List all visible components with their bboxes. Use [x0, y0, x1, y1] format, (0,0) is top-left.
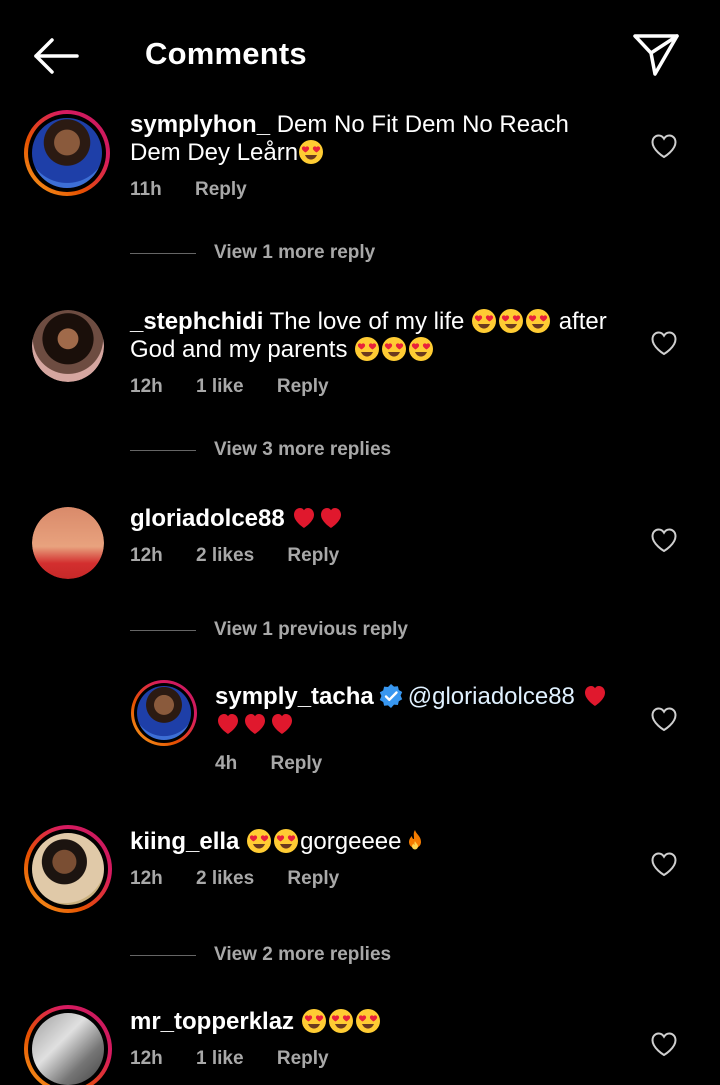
avatar[interactable]	[24, 1005, 112, 1085]
view-previous-reply-button[interactable]: View 1 previous reply	[130, 615, 408, 645]
comment-username[interactable]: kiing_ella	[130, 828, 239, 855]
comment-username[interactable]: gloriadolce88	[130, 505, 285, 532]
avatar[interactable]	[32, 310, 104, 382]
comments-screen: Comments symplyhon_ Dem No Fit Dem No Re…	[0, 0, 720, 1085]
view-replies-button[interactable]: View 2 more replies	[130, 940, 391, 970]
page-title: Comments	[145, 36, 307, 71]
like-heart-icon[interactable]	[650, 330, 678, 356]
comment-body: The love of my life	[269, 308, 465, 335]
comment-likes[interactable]: 2 likes	[196, 868, 254, 889]
like-heart-icon[interactable]	[650, 527, 678, 553]
like-heart-icon[interactable]	[650, 851, 678, 877]
comment-meta: 12h 2 likes Reply	[130, 545, 367, 567]
heart-eyes-emoji-icon	[301, 1008, 327, 1034]
comment-time: 12h	[130, 868, 163, 889]
heart-eyes-emoji-icon	[355, 1008, 381, 1034]
avatar[interactable]	[24, 825, 112, 913]
comment-likes[interactable]: 1 like	[196, 376, 244, 397]
comment-meta: 12h 1 like Reply	[130, 376, 357, 398]
comment-likes[interactable]: 2 likes	[196, 545, 254, 566]
heart-eyes-emoji-icon	[273, 828, 299, 854]
top-bar: Comments	[0, 0, 720, 108]
red-heart-emoji-icon	[291, 505, 317, 531]
view-replies-label: View 1 previous reply	[214, 619, 408, 640]
comment-body: gorgeeee	[300, 828, 402, 855]
reply-button[interactable]: Reply	[287, 868, 339, 889]
heart-eyes-emoji-icon	[471, 308, 497, 334]
red-heart-emoji-icon	[215, 711, 241, 737]
heart-eyes-emoji-icon	[525, 308, 551, 334]
red-heart-emoji-icon	[318, 505, 344, 531]
heart-eyes-emoji-icon	[408, 336, 434, 362]
verified-badge-icon	[379, 684, 402, 708]
send-direct-icon[interactable]	[630, 30, 682, 78]
comment-username[interactable]: _stephchidi	[130, 308, 263, 335]
comment-time: 4h	[215, 753, 238, 774]
comment-text: symply_tacha @gloriadolce88	[215, 683, 625, 739]
heart-eyes-emoji-icon	[246, 828, 272, 854]
divider-line	[130, 629, 196, 631]
red-heart-emoji-icon	[582, 683, 608, 709]
reply-button[interactable]: Reply	[270, 753, 322, 774]
like-heart-icon[interactable]	[650, 133, 678, 159]
like-heart-icon[interactable]	[650, 706, 678, 732]
reply-button[interactable]: Reply	[287, 545, 339, 566]
comment-text: kiing_ella gorgeeee	[130, 828, 620, 856]
reply-button[interactable]: Reply	[277, 376, 329, 397]
heart-eyes-emoji-icon	[354, 336, 380, 362]
comment-likes[interactable]: 1 like	[196, 1048, 244, 1069]
heart-eyes-emoji-icon	[328, 1008, 354, 1034]
comment-time: 12h	[130, 545, 163, 566]
comment-username[interactable]: symply_tacha	[215, 683, 374, 710]
like-heart-icon[interactable]	[650, 1031, 678, 1057]
comment-text: gloriadolce88	[130, 505, 620, 533]
comment-text: mr_topperklaz	[130, 1008, 620, 1036]
comment-text: _stephchidi The love of my life after Go…	[130, 308, 620, 364]
red-heart-emoji-icon	[242, 711, 268, 737]
reply-button[interactable]: Reply	[195, 179, 247, 200]
avatar[interactable]	[131, 680, 197, 746]
view-replies-label: View 2 more replies	[214, 944, 392, 965]
comment-meta: 4h Reply	[215, 753, 350, 775]
comment-time: 12h	[130, 376, 163, 397]
fire-emoji-icon	[402, 828, 428, 854]
avatar[interactable]	[24, 110, 110, 196]
view-replies-label: View 1 more reply	[214, 242, 376, 263]
divider-line	[130, 252, 196, 254]
heart-eyes-emoji-icon	[498, 308, 524, 334]
back-arrow-icon[interactable]	[30, 34, 82, 78]
view-replies-label: View 3 more replies	[214, 439, 392, 460]
view-replies-button[interactable]: View 1 more reply	[130, 238, 375, 268]
view-replies-button[interactable]: View 3 more replies	[130, 435, 391, 465]
reply-button[interactable]: Reply	[277, 1048, 329, 1069]
avatar[interactable]	[32, 507, 104, 579]
comment-text: symplyhon_ Dem No Fit Dem No Reach Dem D…	[130, 111, 620, 167]
comment-username[interactable]: mr_topperklaz	[130, 1008, 294, 1035]
comment-time: 11h	[130, 179, 162, 200]
comment-meta: 12h 2 likes Reply	[130, 868, 367, 890]
divider-line	[130, 954, 196, 956]
heart-eyes-emoji-icon	[381, 336, 407, 362]
heart-eyes-emoji-icon	[298, 139, 324, 165]
comment-meta: 11h Reply	[130, 179, 275, 201]
red-heart-emoji-icon	[269, 711, 295, 737]
comment-time: 12h	[130, 1048, 163, 1069]
comment-username[interactable]: symplyhon_	[130, 111, 270, 138]
divider-line	[130, 449, 196, 451]
mention-link[interactable]: @gloriadolce88	[408, 683, 575, 710]
comment-meta: 12h 1 like Reply	[130, 1048, 357, 1070]
